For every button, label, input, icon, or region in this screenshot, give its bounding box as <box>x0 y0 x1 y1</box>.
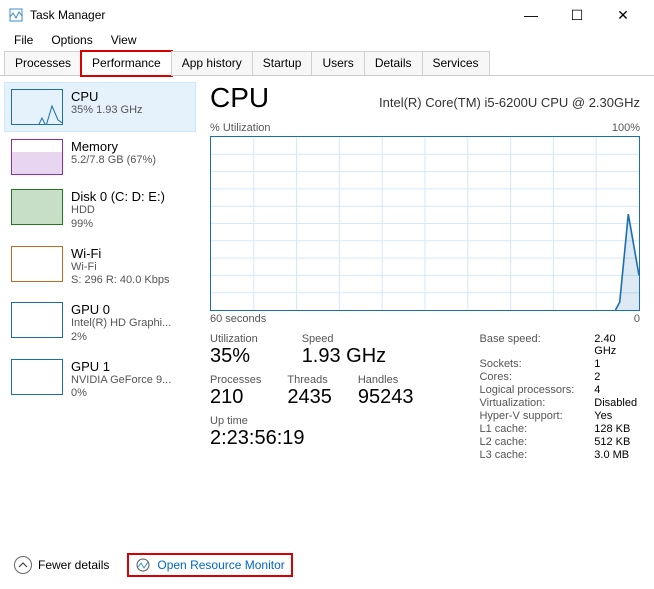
cpu-model: Intel(R) Core(TM) i5-6200U CPU @ 2.30GHz <box>379 95 640 110</box>
sidebar-item-cpu[interactable]: CPU 35% 1.93 GHz <box>4 82 196 132</box>
threads-value: 2435 <box>287 386 332 409</box>
open-resource-monitor-label: Open Resource Monitor <box>157 558 284 572</box>
sidebar-wifi-sub1: Wi-Fi <box>71 261 169 275</box>
cpu-spec-table: Base speed:2.40 GHz Sockets:1 Cores:2 Lo… <box>479 333 640 461</box>
chart-y-max: 100% <box>612 122 640 134</box>
sidebar-item-wifi[interactable]: Wi-Fi Wi-Fi S: 296 R: 40.0 Kbps <box>4 239 196 296</box>
sidebar-memory-sub: 5.2/7.8 GB (67%) <box>71 154 156 168</box>
sidebar-gpu1-label: GPU 1 <box>71 359 171 374</box>
sidebar-disk-label: Disk 0 (C: D: E:) <box>71 189 165 204</box>
uptime-label: Up time <box>210 415 439 427</box>
minimize-button[interactable]: ― <box>508 0 554 30</box>
sidebar-cpu-label: CPU <box>71 89 143 104</box>
resource-monitor-icon <box>135 557 151 573</box>
speed-label: Speed <box>302 333 386 345</box>
utilization-value: 35% <box>210 345 258 368</box>
chart-x-max: 60 seconds <box>210 313 266 325</box>
processes-value: 210 <box>210 386 261 409</box>
sidebar-memory-label: Memory <box>71 139 156 154</box>
tab-startup[interactable]: Startup <box>252 51 313 76</box>
chart-x-min: 0 <box>634 313 640 325</box>
menu-options[interactable]: Options <box>43 31 100 49</box>
processes-label: Processes <box>210 374 261 386</box>
tab-performance[interactable]: Performance <box>81 51 172 76</box>
sidebar-item-memory[interactable]: Memory 5.2/7.8 GB (67%) <box>4 132 196 182</box>
handles-value: 95243 <box>358 386 414 409</box>
chevron-up-icon <box>14 556 32 574</box>
cpu-utilization-chart <box>210 136 640 311</box>
open-resource-monitor-link[interactable]: Open Resource Monitor <box>129 555 290 575</box>
sidebar-cpu-sub: 35% 1.93 GHz <box>71 104 143 118</box>
chart-y-label: % Utilization <box>210 122 271 134</box>
fewer-details-label: Fewer details <box>38 558 109 572</box>
tab-users[interactable]: Users <box>311 51 364 76</box>
page-title: CPU <box>210 82 269 114</box>
maximize-button[interactable]: ☐ <box>554 0 600 30</box>
performance-sidebar: CPU 35% 1.93 GHz Memory 5.2/7.8 GB (67%)… <box>0 76 200 536</box>
utilization-label: Utilization <box>210 333 258 345</box>
sidebar-disk-sub2: 99% <box>71 218 165 232</box>
app-icon <box>8 7 24 23</box>
sidebar-item-gpu1[interactable]: GPU 1 NVIDIA GeForce 9... 0% <box>4 352 196 409</box>
sidebar-disk-sub1: HDD <box>71 204 165 218</box>
sidebar-gpu0-sub2: 2% <box>71 331 171 345</box>
tab-services[interactable]: Services <box>422 51 490 76</box>
tab-processes[interactable]: Processes <box>4 51 82 76</box>
speed-value: 1.93 GHz <box>302 345 386 368</box>
menu-file[interactable]: File <box>6 31 41 49</box>
handles-label: Handles <box>358 374 414 386</box>
tab-app-history[interactable]: App history <box>171 51 253 76</box>
uptime-value: 2:23:56:19 <box>210 427 439 450</box>
title-bar: Task Manager ― ☐ ✕ <box>0 0 654 30</box>
tab-details[interactable]: Details <box>364 51 423 76</box>
menu-bar: File Options View <box>0 30 654 50</box>
sidebar-wifi-sub2: S: 296 R: 40.0 Kbps <box>71 274 169 288</box>
sidebar-gpu0-label: GPU 0 <box>71 302 171 317</box>
sidebar-gpu1-sub1: NVIDIA GeForce 9... <box>71 374 171 388</box>
performance-main: CPU Intel(R) Core(TM) i5-6200U CPU @ 2.3… <box>200 76 654 536</box>
sidebar-gpu0-sub1: Intel(R) HD Graphi... <box>71 317 171 331</box>
fewer-details-button[interactable]: Fewer details <box>14 556 109 574</box>
tab-bar: Processes Performance App history Startu… <box>0 50 654 76</box>
threads-label: Threads <box>287 374 332 386</box>
close-button[interactable]: ✕ <box>600 0 646 30</box>
window-title: Task Manager <box>30 8 105 22</box>
sidebar-item-gpu0[interactable]: GPU 0 Intel(R) HD Graphi... 2% <box>4 295 196 352</box>
menu-view[interactable]: View <box>103 31 145 49</box>
footer: Fewer details Open Resource Monitor <box>14 555 291 575</box>
sidebar-wifi-label: Wi-Fi <box>71 246 169 261</box>
sidebar-gpu1-sub2: 0% <box>71 387 171 401</box>
sidebar-item-disk[interactable]: Disk 0 (C: D: E:) HDD 99% <box>4 182 196 239</box>
